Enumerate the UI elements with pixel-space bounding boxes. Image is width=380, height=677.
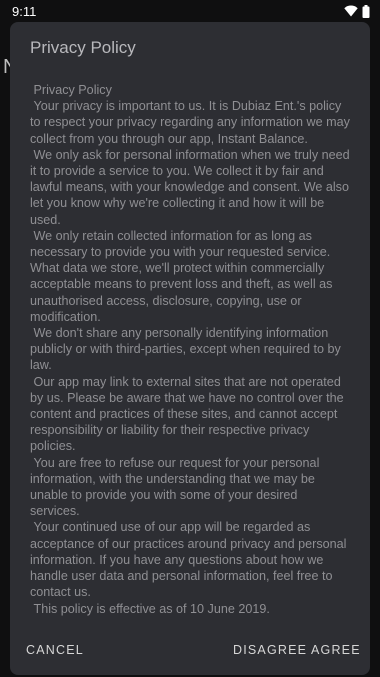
dialog-actions: CANCEL DISAGREE AGREE [10,625,370,675]
agree-button[interactable]: AGREE [309,639,363,661]
disagree-button[interactable]: DISAGREE [231,639,309,661]
status-icons [344,4,370,18]
status-bar: 9:11 [0,0,380,22]
status-time: 9:11 [12,3,37,19]
dialog-title: Privacy Policy [30,38,136,57]
cancel-button[interactable]: CANCEL [24,639,86,661]
battery-icon [362,4,370,18]
privacy-policy-text[interactable]: Privacy Policy Your privacy is important… [30,82,350,617]
wifi-icon [344,5,358,17]
privacy-policy-dialog: Privacy Policy Privacy Policy Your priva… [10,22,370,675]
